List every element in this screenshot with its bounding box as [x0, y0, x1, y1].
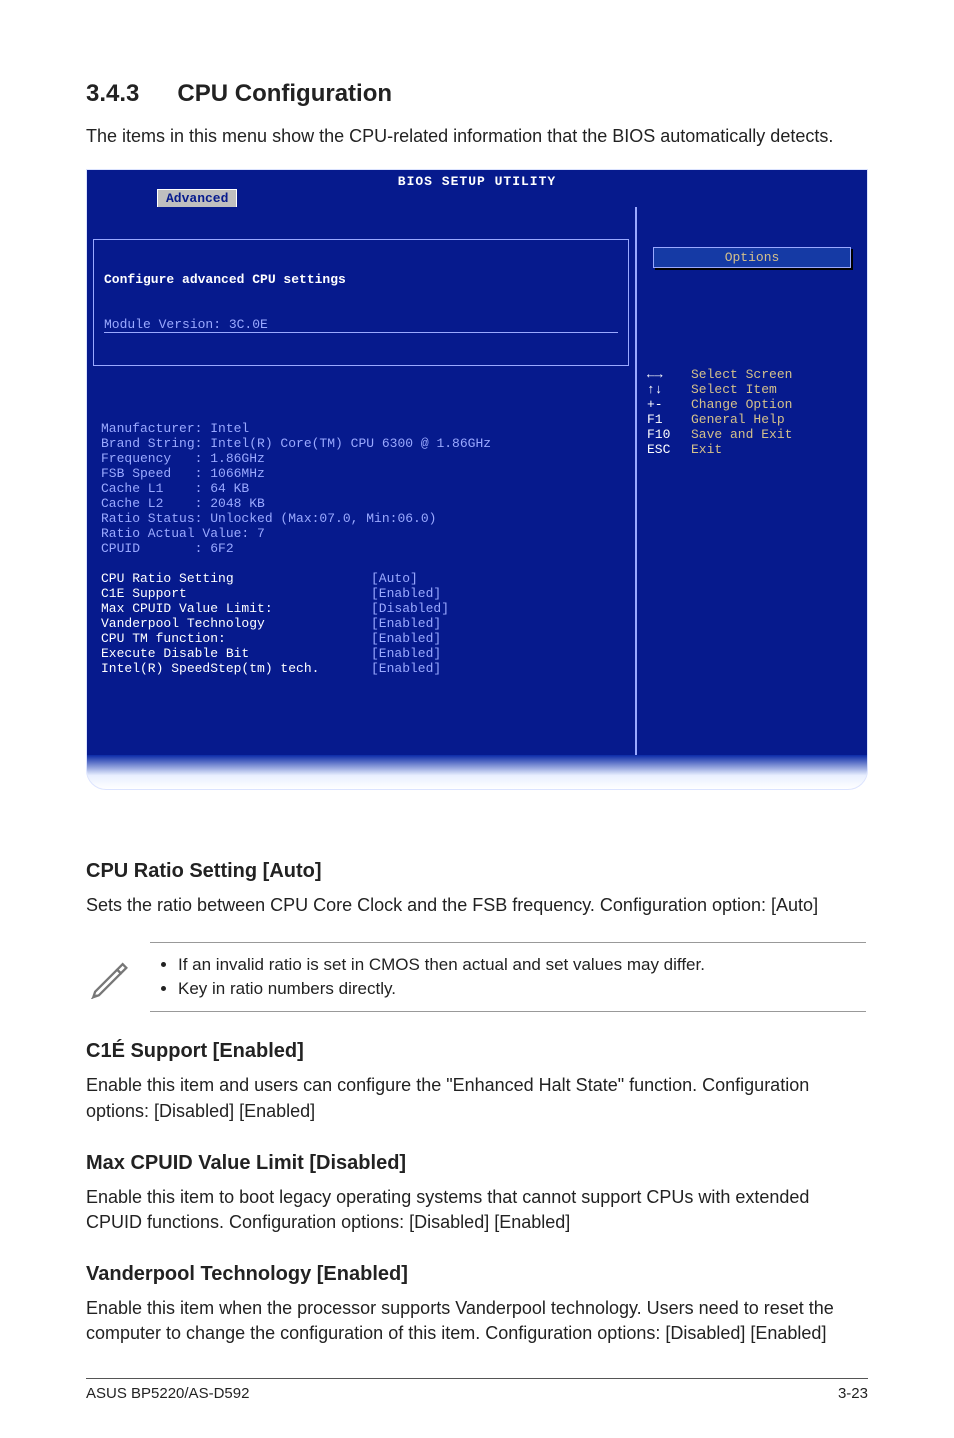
bios-info-7: Ratio Actual Value: 7 — [101, 526, 265, 541]
bios-setting-1-value: [Enabled] — [371, 586, 441, 601]
sub4-heading: Vanderpool Technology [Enabled] — [86, 1263, 868, 1286]
section-title-text: CPU Configuration — [177, 80, 392, 108]
bios-setting-0[interactable]: CPU Ratio Setting[Auto] — [101, 571, 418, 586]
legend-key-5: ESC — [647, 442, 691, 457]
bios-setting-3-value: [Enabled] — [371, 616, 441, 631]
legend-lbl-5: Exit — [691, 442, 722, 457]
bios-info-6: Ratio Status: Unlocked (Max:07.0, Min:06… — [101, 511, 436, 526]
bios-setting-6[interactable]: Intel(R) SpeedStep(tm) tech.[Enabled] — [101, 661, 441, 676]
bios-setting-4-value: [Enabled] — [371, 631, 441, 646]
bios-setting-6-value: [Enabled] — [371, 661, 441, 676]
bios-info-3: FSB Speed : 1066MHz — [101, 466, 265, 481]
sub4-body: Enable this item when the processor supp… — [86, 1296, 868, 1346]
note-text: If an invalid ratio is set in CMOS then … — [150, 942, 866, 1012]
note-item-0: If an invalid ratio is set in CMOS then … — [178, 953, 860, 977]
bios-setting-3[interactable]: Vanderpool Technology[Enabled] — [101, 616, 441, 631]
bios-setting-0-label: CPU Ratio Setting — [101, 571, 371, 586]
footer-right: 3-23 — [838, 1385, 868, 1402]
bios-setting-6-label: Intel(R) SpeedStep(tm) tech. — [101, 661, 371, 676]
bios-setting-5-value: [Enabled] — [371, 646, 441, 661]
bios-info-1: Brand String: Intel(R) Core(TM) CPU 6300… — [101, 436, 491, 451]
bios-tabs: Advanced — [87, 189, 867, 207]
bios-footer-curve — [87, 755, 867, 789]
bios-info-4: Cache L1 : 64 KB — [101, 481, 249, 496]
sub3-heading: Max CPUID Value Limit [Disabled] — [86, 1152, 868, 1175]
bios-setting-5[interactable]: Execute Disable Bit[Enabled] — [101, 646, 441, 661]
note-item-1: Key in ratio numbers directly. — [178, 977, 860, 1001]
note-box: If an invalid ratio is set in CMOS then … — [86, 942, 866, 1012]
legend-lbl-3: General Help — [691, 412, 785, 427]
sub2-body: Enable this item and users can configure… — [86, 1073, 868, 1123]
bios-info-0: Manufacturer: Intel — [101, 421, 249, 436]
bios-setting-2-label: Max CPUID Value Limit: — [101, 601, 371, 616]
bios-info-5: Cache L2 : 2048 KB — [101, 496, 265, 511]
legend-key-0: ←→ — [647, 367, 691, 382]
bios-setting-3-label: Vanderpool Technology — [101, 616, 371, 631]
bios-module-line: Module Version: 3C.0E — [104, 317, 618, 333]
section-heading: 3.4.3 CPU Configuration — [86, 80, 868, 108]
section-number: 3.4.3 — [86, 80, 139, 108]
sub3-body: Enable this item to boot legacy operatin… — [86, 1185, 868, 1235]
bios-title: BIOS SETUP UTILITY — [87, 170, 867, 189]
legend-key-1: ↑↓ — [647, 382, 691, 397]
legend-key-4: F10 — [647, 427, 691, 442]
bios-setting-0-value: [Auto] — [371, 571, 418, 586]
bios-setting-2-value: [Disabled] — [371, 601, 449, 616]
bios-setting-2[interactable]: Max CPUID Value Limit:[Disabled] — [101, 601, 449, 616]
bios-legend: ←→Select Screen ↑↓Select Item +-Change O… — [647, 352, 857, 472]
sub1-heading: CPU Ratio Setting [Auto] — [86, 860, 868, 883]
bios-info-2: Frequency : 1.86GHz — [101, 451, 265, 466]
bios-setting-1-label: C1E Support — [101, 586, 371, 601]
bios-info-8: CPUID : 6F2 — [101, 541, 234, 556]
legend-lbl-2: Change Option — [691, 397, 792, 412]
legend-lbl-4: Save and Exit — [691, 427, 792, 442]
sub2-heading: C1É Support [Enabled] — [86, 1040, 868, 1063]
options-label: Options — [653, 247, 851, 268]
bios-setting-1[interactable]: C1E Support[Enabled] — [101, 586, 441, 601]
legend-key-3: F1 — [647, 412, 691, 427]
bios-panel: BIOS SETUP UTILITY Advanced Configure ad… — [86, 169, 868, 790]
bios-box-title: Configure advanced CPU settings — [104, 272, 618, 287]
bios-setting-4[interactable]: CPU TM function:[Enabled] — [101, 631, 441, 646]
legend-lbl-1: Select Item — [691, 382, 777, 397]
bios-setting-4-label: CPU TM function: — [101, 631, 371, 646]
pencil-note-icon — [86, 955, 130, 999]
legend-lbl-0: Select Screen — [691, 367, 792, 382]
bios-right-pane: Options ←→Select Screen ↑↓Select Item +-… — [637, 207, 867, 755]
intro-paragraph: The items in this menu show the CPU-rela… — [86, 124, 868, 149]
bios-left-pane: Configure advanced CPU settings Module V… — [87, 207, 637, 755]
sub1-body: Sets the ratio between CPU Core Clock an… — [86, 893, 868, 918]
page-footer: ASUS BP5220/AS-D592 3-23 — [86, 1378, 868, 1402]
bios-tab-advanced[interactable]: Advanced — [157, 189, 237, 207]
bios-setting-5-label: Execute Disable Bit — [101, 646, 371, 661]
footer-left: ASUS BP5220/AS-D592 — [86, 1385, 249, 1402]
legend-key-2: +- — [647, 397, 691, 412]
